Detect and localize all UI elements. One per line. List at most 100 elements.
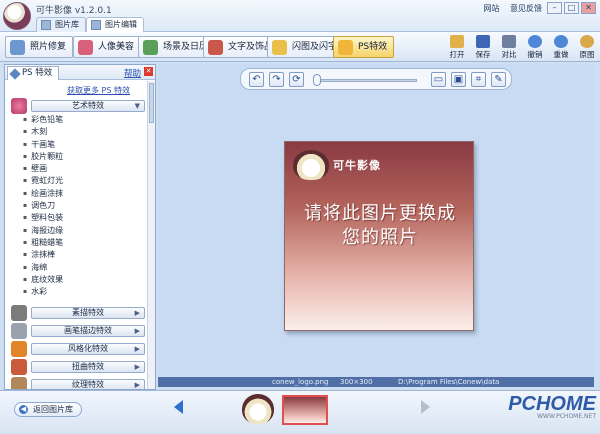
tab-label: PS 特效 bbox=[22, 68, 53, 78]
undo-icon bbox=[528, 35, 542, 48]
category-button[interactable]: 风格化特效 ▶ bbox=[31, 343, 145, 355]
button-label: 打开 bbox=[449, 50, 465, 59]
button-label: 场景及日历 bbox=[163, 42, 209, 52]
thumbnail-item[interactable] bbox=[242, 394, 274, 424]
list-item[interactable]: 水彩 bbox=[23, 286, 143, 298]
category-stylize-effects[interactable]: 风格化特效 ▶ bbox=[11, 341, 145, 357]
main-toolbar: 照片修复 人像美容 场景及日历 文字及饰品 闪图及闪字 PS特效 打开 保存 对… bbox=[0, 32, 600, 62]
texture-effects-icon bbox=[11, 377, 27, 389]
edited-image[interactable]: 可牛影像 请将此图片更换成您的照片 bbox=[284, 141, 474, 331]
stylize-effects-icon bbox=[11, 341, 27, 357]
category-button[interactable]: 扭曲特效 ▶ bbox=[31, 361, 145, 373]
back-to-library-button[interactable]: ◀ 返回图片库 bbox=[14, 402, 82, 417]
undo-button[interactable]: 撤销 bbox=[524, 34, 546, 60]
list-item[interactable]: 涂抹棒 bbox=[23, 249, 143, 261]
category-sketch-effects[interactable]: 素描特效 ▶ bbox=[11, 305, 145, 321]
category-label: 扭曲特效 bbox=[72, 362, 104, 371]
portrait-icon bbox=[78, 40, 93, 55]
category-brush-stroke-effects[interactable]: 画笔描边特效 ▶ bbox=[11, 323, 145, 339]
list-item[interactable]: 壁画 bbox=[23, 163, 143, 175]
list-item[interactable]: 绘画涂抹 bbox=[23, 188, 143, 200]
minimize-icon[interactable]: – bbox=[547, 2, 562, 14]
chevron-right-icon: ▶ bbox=[134, 327, 140, 335]
cow-logo-icon bbox=[293, 150, 329, 180]
button-label: 返回图片库 bbox=[33, 405, 73, 414]
category-button[interactable]: 纹理特效 ▶ bbox=[31, 379, 145, 389]
picture-edit-icon bbox=[91, 20, 101, 30]
category-texture-effects[interactable]: 纹理特效 ▶ bbox=[11, 377, 145, 389]
distort-effects-icon bbox=[11, 359, 27, 375]
thumbnail-item-selected[interactable] bbox=[282, 395, 328, 425]
app-title: 可牛影像 v1.2.0.1 bbox=[36, 6, 112, 16]
list-item[interactable]: 底纹效果 bbox=[23, 274, 143, 286]
list-item[interactable]: 海绵 bbox=[23, 262, 143, 274]
next-arrow-icon[interactable] bbox=[421, 400, 430, 414]
category-label: 素描特效 bbox=[72, 308, 104, 317]
get-more-effects-link[interactable]: 获取更多 PS 特效 bbox=[67, 85, 130, 96]
list-item[interactable]: 调色刀 bbox=[23, 200, 143, 212]
scrollbar-thumb[interactable] bbox=[149, 83, 154, 123]
feedback-link[interactable]: 意见反馈 bbox=[510, 4, 542, 13]
list-item[interactable]: 胶片颗粒 bbox=[23, 151, 143, 163]
zoom-slider-handle[interactable] bbox=[313, 74, 321, 86]
actual-size-icon[interactable]: ▣ bbox=[451, 72, 466, 87]
compare-button[interactable]: 对比 bbox=[498, 34, 520, 60]
back-arrow-icon: ◀ bbox=[19, 405, 28, 414]
save-disk-icon bbox=[476, 35, 490, 48]
website-link[interactable]: 网站 bbox=[483, 4, 499, 13]
previous-arrow-icon[interactable] bbox=[174, 400, 183, 414]
open-button[interactable]: 打开 bbox=[446, 34, 468, 60]
category-button[interactable]: 艺术特效 ▼ bbox=[31, 100, 145, 112]
list-item[interactable]: 塑料包装 bbox=[23, 212, 143, 224]
tab-picture-edit[interactable]: 图片编辑 bbox=[86, 17, 144, 32]
text-decoration-icon bbox=[208, 40, 223, 55]
chevron-right-icon: ▶ bbox=[134, 345, 140, 353]
list-item[interactable]: 木刻 bbox=[23, 126, 143, 138]
status-filename: conew_logo.png bbox=[272, 378, 329, 386]
close-icon[interactable]: ✕ bbox=[581, 2, 596, 14]
help-link[interactable]: 帮助 bbox=[124, 67, 141, 79]
chevron-right-icon: ▶ bbox=[134, 381, 140, 389]
category-button[interactable]: 画笔描边特效 ▶ bbox=[31, 325, 145, 337]
tab-ps-effects[interactable]: PS 特效 bbox=[7, 66, 60, 80]
original-button[interactable]: 原图 bbox=[576, 34, 598, 60]
pen-icon[interactable]: ✎ bbox=[491, 72, 506, 87]
chevron-right-icon: ▶ bbox=[134, 309, 140, 317]
window-controls: – □ ✕ bbox=[547, 2, 596, 14]
redo-button[interactable]: 重做 bbox=[550, 34, 572, 60]
button-label: 照片修复 bbox=[30, 42, 67, 52]
original-image-icon bbox=[580, 35, 594, 48]
image-brand-text: 可牛影像 bbox=[333, 159, 381, 172]
category-art-effects[interactable]: 艺术特效 ▼ bbox=[11, 98, 145, 114]
app-logo-icon bbox=[3, 2, 31, 30]
ps-tab-icon bbox=[9, 68, 21, 80]
panel-scrollbar[interactable] bbox=[147, 81, 155, 389]
fit-window-icon[interactable]: ▭ bbox=[431, 72, 446, 87]
button-label: 重做 bbox=[553, 50, 569, 59]
list-item[interactable]: 海报边缘 bbox=[23, 225, 143, 237]
photo-repair-button[interactable]: 照片修复 bbox=[5, 36, 74, 58]
ps-effects-button[interactable]: PS特效 bbox=[333, 36, 395, 58]
zoom-slider[interactable] bbox=[317, 79, 417, 82]
image-control-bar: ↶ ↷ ⟳ ▭ ▣ ⌗ ✎ bbox=[240, 68, 512, 90]
button-label: 人像美容 bbox=[98, 42, 135, 52]
panel-close-icon[interactable]: ✕ bbox=[144, 67, 153, 76]
picture-library-icon bbox=[41, 20, 51, 30]
list-item[interactable]: 霓虹灯光 bbox=[23, 175, 143, 187]
list-item[interactable]: 彩色铅笔 bbox=[23, 114, 143, 126]
save-button[interactable]: 保存 bbox=[472, 34, 494, 60]
tab-picture-library[interactable]: 图片库 bbox=[36, 17, 86, 32]
rotate-left-icon[interactable]: ↶ bbox=[249, 72, 264, 87]
category-button[interactable]: 素描特效 ▶ bbox=[31, 307, 145, 319]
button-label: PS特效 bbox=[358, 42, 388, 52]
refresh-icon[interactable]: ⟳ bbox=[289, 72, 304, 87]
crop-icon[interactable]: ⌗ bbox=[471, 72, 486, 87]
list-item[interactable]: 粗糙蜡笔 bbox=[23, 237, 143, 249]
category-distort-effects[interactable]: 扭曲特效 ▶ bbox=[11, 359, 145, 375]
open-folder-icon bbox=[450, 35, 464, 48]
list-item[interactable]: 干画笔 bbox=[23, 139, 143, 151]
portrait-beauty-button[interactable]: 人像美容 bbox=[73, 36, 142, 58]
maximize-icon[interactable]: □ bbox=[564, 2, 579, 14]
effects-panel: PS 特效 帮助 ✕ 获取更多 PS 特效 艺术特效 ▼ 彩色铅笔 木刻 干画笔… bbox=[4, 64, 156, 390]
rotate-right-icon[interactable]: ↷ bbox=[269, 72, 284, 87]
